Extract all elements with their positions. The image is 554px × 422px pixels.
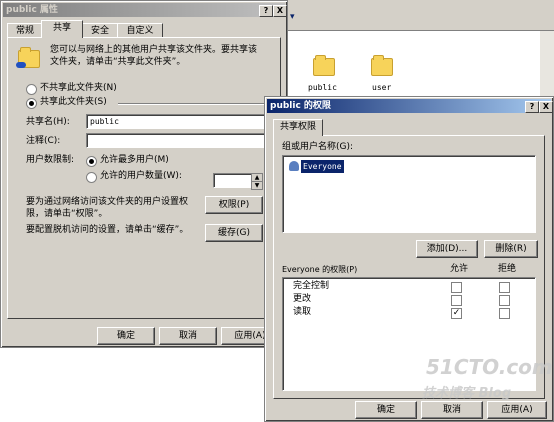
read-allow-checkbox[interactable]: ✓: [451, 308, 462, 319]
share-name-input[interactable]: public: [86, 114, 276, 129]
folder-label-public[interactable]: public: [308, 82, 337, 93]
sharing-panel: 您可以与网络上的其他用户共享该文件夹。要共享该文件夹，请单击“共享此文件夹”。 …: [7, 37, 281, 319]
help-button[interactable]: ?: [525, 101, 539, 113]
tab-share-permissions[interactable]: 共享权限: [273, 119, 323, 136]
tab-custom[interactable]: 自定义: [117, 23, 163, 38]
close-button[interactable]: X: [539, 101, 553, 113]
tab-sharing[interactable]: 共享: [41, 20, 83, 38]
user-name[interactable]: Everyone: [301, 160, 344, 173]
radio-share[interactable]: [26, 98, 37, 109]
perm-read: 读取: [293, 307, 312, 317]
perm-change: 更改: [293, 294, 312, 304]
user-limit-label: 用户数限制:: [26, 155, 75, 165]
cache-text: 要配置脱机访问的设置，请单击“缓存”。: [26, 225, 189, 235]
radio-allow-users[interactable]: [86, 172, 97, 183]
allow-column-header: 允许: [450, 264, 469, 274]
share-name-label: 共享名(H):: [26, 117, 70, 127]
change-allow-checkbox[interactable]: [451, 295, 462, 306]
perm-full-control: 完全控制: [293, 281, 330, 291]
folder-icon[interactable]: [313, 55, 335, 76]
cancel-button[interactable]: 取消: [421, 401, 483, 419]
radio-not-share[interactable]: [26, 84, 37, 95]
apply-button[interactable]: 应用(A): [487, 401, 547, 419]
watermark-line1: 51CTO.com: [426, 355, 553, 379]
radio-not-share-label[interactable]: 不共享此文件夹(N): [40, 83, 117, 94]
folder-icon[interactable]: [371, 55, 393, 76]
comment-label: 注释(C):: [26, 136, 61, 146]
permissions-button[interactable]: 权限(P): [205, 196, 263, 214]
radio-allow-users-label[interactable]: 允许的用户数量(W):: [100, 171, 182, 182]
user-list-item[interactable]: Everyone: [287, 160, 357, 173]
full-control-deny-checkbox[interactable]: [499, 282, 510, 293]
deny-column-header: 拒绝: [498, 264, 517, 274]
remove-button[interactable]: 删除(R): [484, 240, 538, 258]
close-button[interactable]: X: [273, 5, 287, 17]
tab-security[interactable]: 安全: [82, 23, 118, 38]
add-button[interactable]: 添加(D)...: [416, 240, 478, 258]
share-hand-icon: [16, 62, 26, 68]
ok-button[interactable]: 确定: [355, 401, 417, 419]
permissions-title: public 的权限: [270, 101, 331, 111]
properties-title: public 属性: [6, 5, 58, 15]
radio-max-allowed[interactable]: [86, 156, 97, 167]
view-dropdown-icon[interactable]: ▾: [290, 12, 300, 22]
explorer-toolbar: [286, 0, 554, 31]
group-icon: [289, 161, 299, 171]
cache-button[interactable]: 缓存(G): [205, 224, 263, 242]
perm-header: Everyone 的权限(P): [282, 265, 358, 274]
permission-text: 要为通过网络访问该文件夹的用户设置权限，请单击“权限”。: [26, 197, 189, 219]
intro-text: 您可以与网络上的其他用户共享该文件夹。要共享该文件夹，请单击“共享此文件夹”。: [50, 45, 258, 67]
ok-button[interactable]: 确定: [97, 327, 155, 345]
permissions-titlebar: public 的权限 ? X: [267, 99, 553, 113]
full-control-allow-checkbox[interactable]: [451, 282, 462, 293]
divider: [118, 103, 273, 105]
radio-share-label[interactable]: 共享此文件夹(S): [40, 97, 107, 108]
change-deny-checkbox[interactable]: [499, 295, 510, 306]
read-deny-checkbox[interactable]: [499, 308, 510, 319]
properties-dialog: public 属性 ? X 常规 共享 安全 自定义 您可以与网络上的其他用户共…: [0, 0, 288, 348]
radio-max-allowed-label[interactable]: 允许最多用户(M): [100, 155, 169, 166]
properties-titlebar: public 属性 ? X: [3, 3, 287, 17]
folder-label-user[interactable]: user: [372, 82, 391, 93]
watermark-line2: 技术博客 Blog: [422, 386, 512, 401]
tab-general[interactable]: 常规: [7, 23, 43, 38]
help-button[interactable]: ?: [259, 5, 273, 17]
user-list: Everyone: [282, 155, 536, 233]
user-count-input[interactable]: [213, 173, 252, 188]
cancel-button[interactable]: 取消: [159, 327, 217, 345]
spinner-down-icon[interactable]: ▼: [251, 181, 263, 190]
group-label: 组或用户名称(G):: [282, 142, 354, 152]
comment-input[interactable]: [86, 133, 276, 148]
